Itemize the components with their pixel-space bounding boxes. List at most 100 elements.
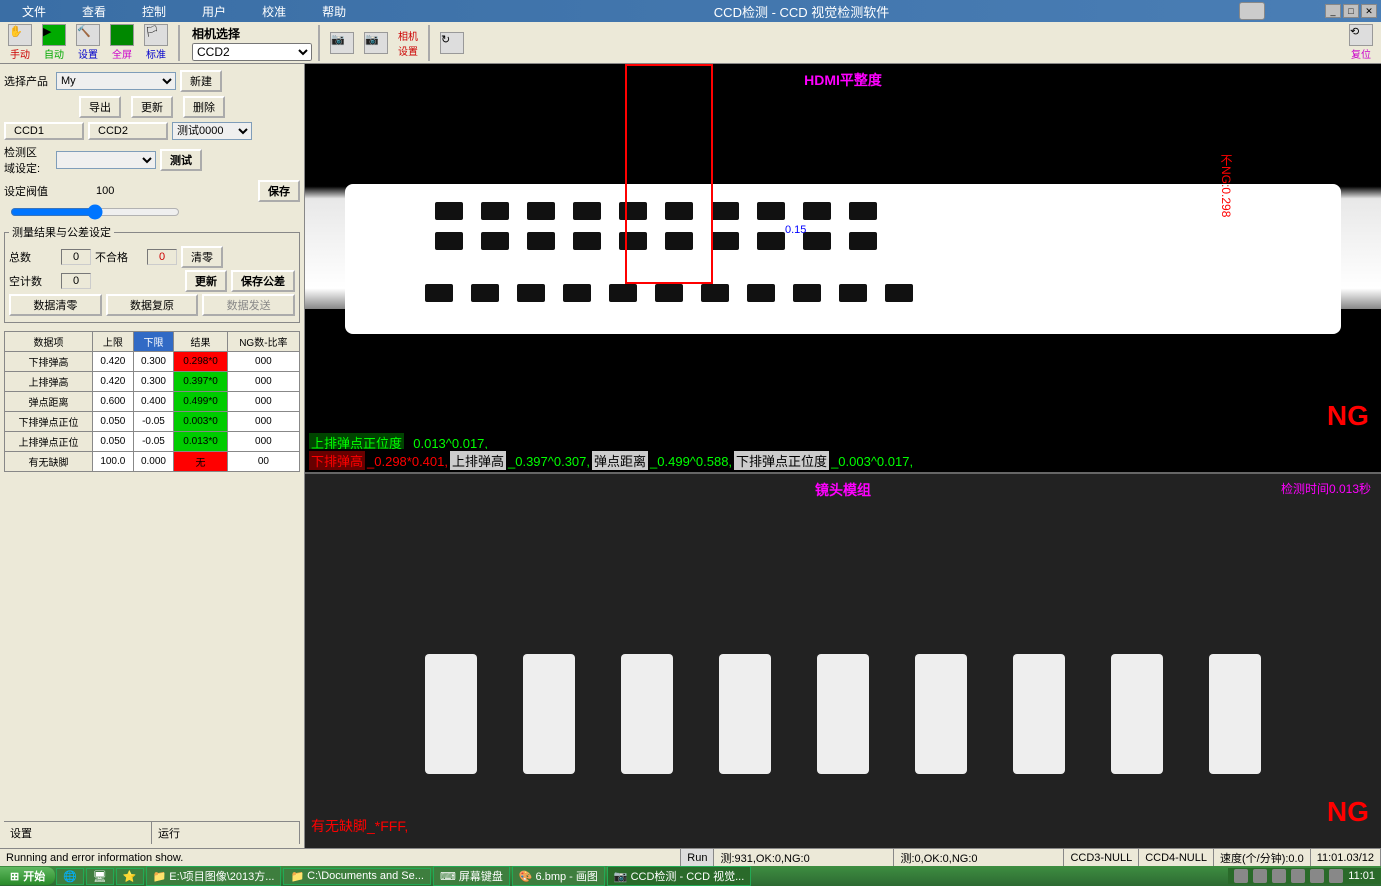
new-button[interactable]: 新建 [180,70,222,92]
col-result: 结果 [174,332,227,352]
taskbar-clock: 11:01 [1348,870,1375,882]
measure-legend: 测量结果与公差设定 [9,224,114,240]
view2-bottom-text: 有无缺脚_*FFF, [311,816,408,836]
settings-tab[interactable]: 设置 [4,822,152,844]
tray-icon[interactable] [1291,869,1305,883]
task-item-3[interactable]: ⌨ 屏幕键盘 [433,866,510,886]
thresh-label: 设定阀值 [4,183,52,199]
tray-icon[interactable] [1310,869,1324,883]
quick-fav-icon[interactable]: ⭐ [116,868,144,885]
result-table: 数据项 上限 下限 结果 NG数-比率 下排弹高0.4200.3000.298*… [4,331,300,472]
quick-ie-icon[interactable]: 🌐 [56,868,84,885]
dataclear-button[interactable]: 数据清零 [9,294,102,316]
test-button[interactable]: 测试 [160,149,202,171]
table-row[interactable]: 弹点距离0.6000.4000.499*0000 [5,392,300,412]
status-run[interactable]: Run [681,849,714,866]
delete-button[interactable]: 删除 [183,96,225,118]
menu-view[interactable]: 查看 [64,1,124,22]
clear-button[interactable]: 清零 [181,246,223,268]
run-tab[interactable]: 运行 [152,822,300,844]
refresh-button[interactable]: 更新 [185,270,227,292]
thresh-slider[interactable] [10,204,180,220]
tb-auto[interactable]: ▶自动 [38,24,70,61]
tray-icon[interactable] [1272,869,1286,883]
system-tray[interactable]: 11:01 [1228,868,1381,884]
menu-control[interactable]: 控制 [124,1,184,22]
roi-box[interactable] [625,64,713,284]
overlay-row2: 下排弹高_0.298*0.401,上排弹高_0.397^0.307,弹点距离_0… [305,449,1381,472]
task-item-1[interactable]: 📁 E:\项目图像\2013方... [146,866,282,886]
status-speed: 速度(个/分钟):0.0 [1214,849,1311,866]
total-label: 总数 [9,249,57,265]
toolbar: ✋手动 ▶自动 🔨设置 全屏 🏳标准 相机选择 CCD2 📷 📷 相机 设置 ↻… [0,22,1381,64]
col-upper: 上限 [93,332,134,352]
tb-fullscreen[interactable]: 全屏 [106,24,138,61]
tray-icon[interactable] [1253,869,1267,883]
menu-calib[interactable]: 校准 [244,1,304,22]
menubar: 文件 查看 控制 用户 校准 帮助 [4,1,364,22]
hand-icon: ✋ [8,24,32,46]
tb-reset[interactable]: ⟲复位 [1345,24,1377,61]
tray-icon[interactable] [1329,869,1343,883]
task-item-5[interactable]: 📷 CCD检测 - CCD 视觉... [607,866,751,886]
camera-select-label: 相机选择 [192,25,312,42]
quick-desktop-icon[interactable]: 🖥 [86,868,114,885]
view2-ng: NG [1327,796,1369,828]
task-item-2[interactable]: 📁 C:\Documents and Se... [283,868,430,885]
statusbar: Running and error information show. Run … [0,848,1381,866]
update-button[interactable]: 更新 [131,96,173,118]
menu-user[interactable]: 用户 [184,1,244,22]
roi-label: 检测区 域设定: [4,144,52,176]
ccd2-tab[interactable]: CCD2 [88,122,168,140]
export-button[interactable]: 导出 [79,96,121,118]
ng-label: 不合格 [95,249,143,265]
col-item: 数据项 [5,332,93,352]
tray-icon[interactable] [1234,869,1248,883]
table-row[interactable]: 有无缺脚100.00.000无00 [5,452,300,472]
camera-select[interactable]: CCD2 [192,43,312,61]
datasend-button[interactable]: 数据发送 [202,294,295,316]
roi-select[interactable] [56,151,156,169]
thresh-value: 100 [96,185,114,197]
test-select[interactable]: 测试0000 [172,122,252,140]
table-row[interactable]: 上排弹点正位0.050-0.050.013*0000 [5,432,300,452]
menu-help[interactable]: 帮助 [304,1,364,22]
tb-camset[interactable]: 相机 设置 [394,28,422,58]
camera-view-2[interactable]: 镜头模组 检测时间0.013秒 有无缺脚_*FFF, NG [305,472,1381,848]
product-select[interactable]: My [56,72,176,90]
tb-settings[interactable]: 🔨设置 [72,24,104,61]
table-row[interactable]: 下排弹高0.4200.3000.298*0000 [5,352,300,372]
min-button[interactable]: _ [1325,4,1341,18]
start-button[interactable]: ⊞开始 [0,867,55,885]
screen-icon [110,24,134,46]
table-row[interactable]: 下排弹点正位0.050-0.050.003*0000 [5,412,300,432]
tb-refresh[interactable]: ↻ [436,32,468,54]
play-icon: ▶ [42,24,66,46]
measure-fieldset: 测量结果与公差设定 总数 0 不合格 0 清零 空计数 0 更新 保存公差 数据… [4,224,300,323]
reset-icon: ⟲ [1349,24,1373,46]
camera-gear-icon: 📷 [364,32,388,54]
view1-title: HDMI平整度 [804,70,882,90]
savetol-button[interactable]: 保存公差 [231,270,295,292]
datarestore-button[interactable]: 数据复原 [106,294,199,316]
tb-cam2[interactable]: 📷 [360,32,392,54]
max-button[interactable]: □ [1343,4,1359,18]
taskbar: ⊞开始 🌐 🖥 ⭐ 📁 E:\项目图像\2013方... 📁 C:\Docume… [0,866,1381,886]
save-button[interactable]: 保存 [258,180,300,202]
ccd1-tab[interactable]: CCD1 [4,122,84,140]
sidebar-bottom: 设置 运行 [4,821,300,844]
camera-view-1[interactable]: HDMI平整度 0.15 不NG:0.298 NG 上排弹点正位度_0.013^… [305,64,1381,472]
tb-manual[interactable]: ✋手动 [4,24,36,61]
view-area: HDMI平整度 0.15 不NG:0.298 NG 上排弹点正位度_0.013^… [305,64,1381,848]
view1-ng: NG [1327,400,1369,432]
close-button[interactable]: ✕ [1361,4,1377,18]
menu-file[interactable]: 文件 [4,1,64,22]
status-ccd3: CCD3-NULL [1064,849,1139,866]
table-row[interactable]: 上排弹高0.4200.3000.397*0000 [5,372,300,392]
camera-snapshot-icon[interactable] [1239,2,1265,20]
refresh-icon: ↻ [440,32,464,54]
tb-cam1[interactable]: 📷 [326,32,358,54]
tb-standard[interactable]: 🏳标准 [140,24,172,61]
task-item-4[interactable]: 🎨 6.bmp - 画图 [512,866,605,886]
flag-icon: 🏳 [144,24,168,46]
